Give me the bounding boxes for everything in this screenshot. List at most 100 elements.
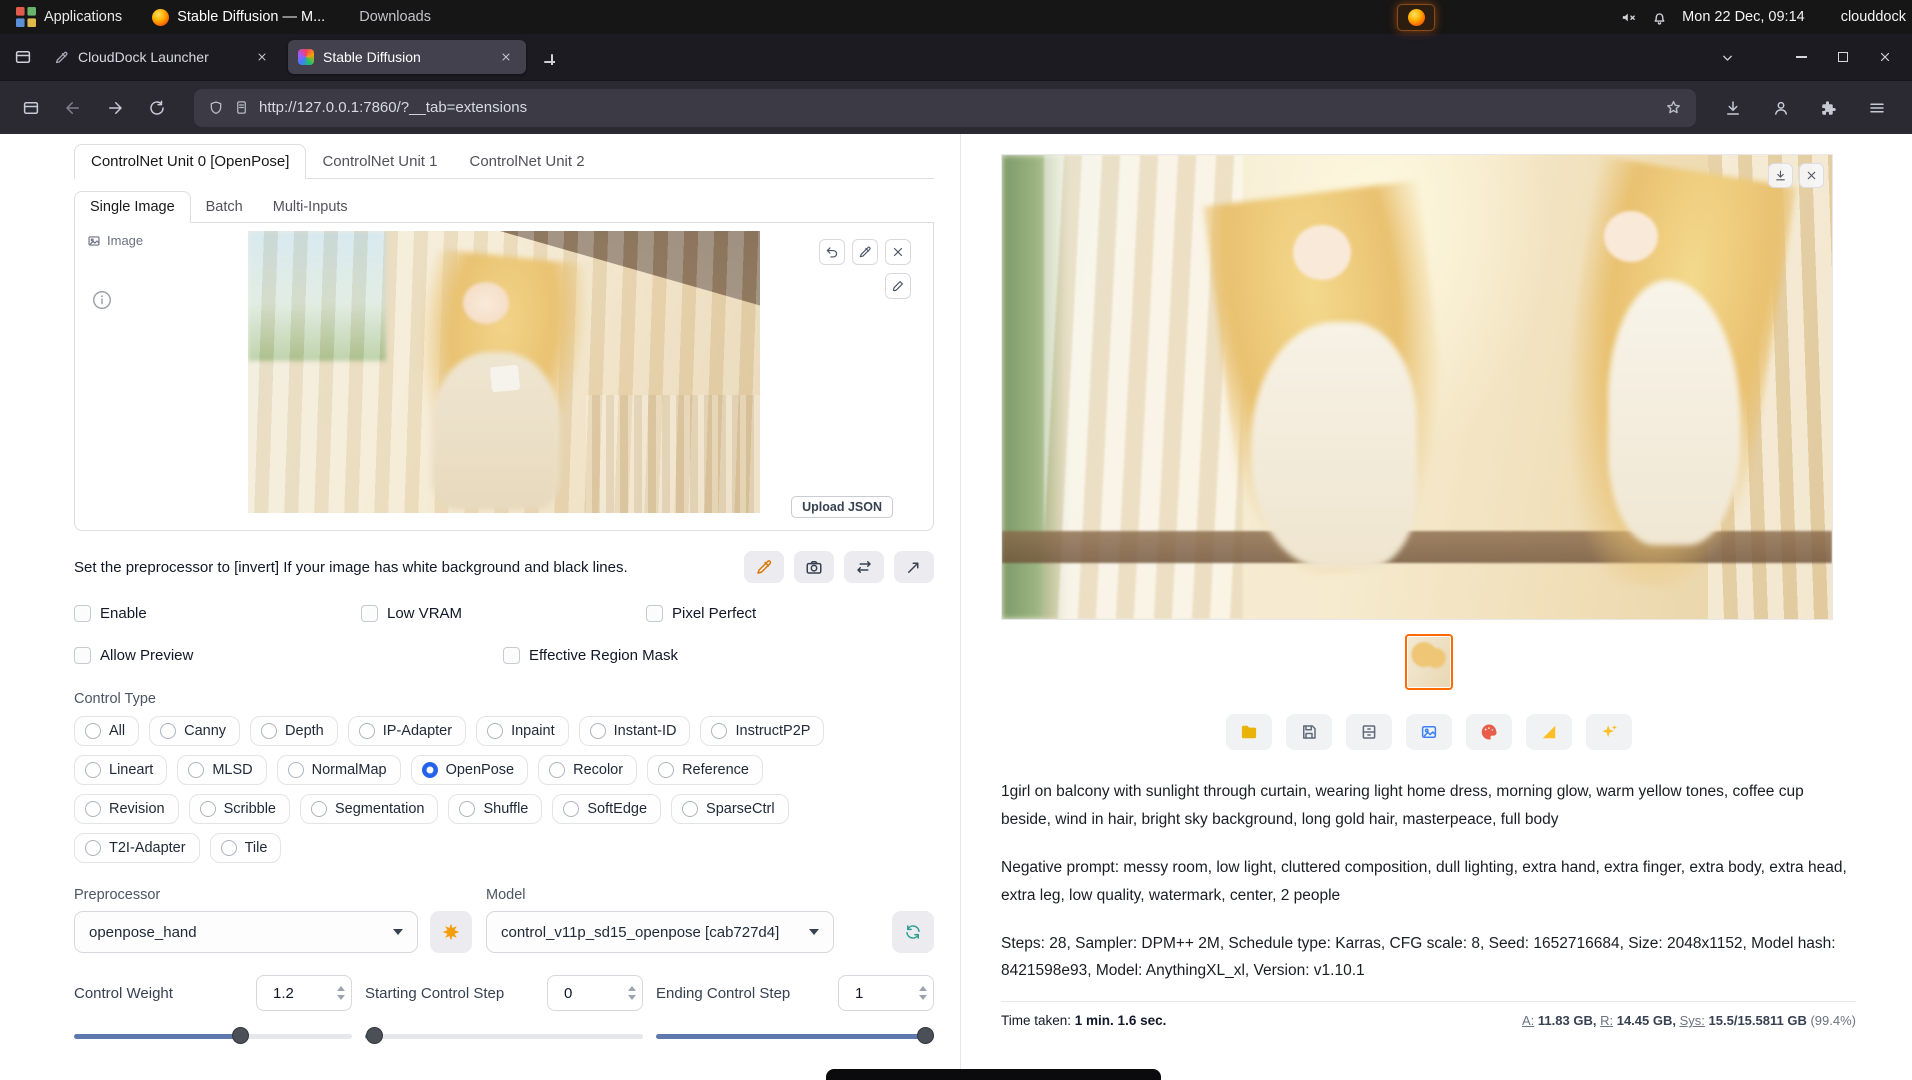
starting-step-value[interactable]	[548, 985, 610, 1002]
starting-step-slider[interactable]	[365, 1027, 643, 1045]
dock-firefox-button[interactable]	[1397, 4, 1435, 31]
send-dimensions-button[interactable]	[894, 551, 934, 583]
mirror-webcam-button[interactable]	[844, 551, 884, 583]
back-button[interactable]	[56, 91, 90, 125]
effective-region-mask-checkbox[interactable]: Effective Region Mask	[503, 647, 678, 664]
menu-button[interactable]	[1860, 91, 1894, 125]
output-gallery[interactable]	[1001, 154, 1833, 620]
control-weight-value[interactable]	[257, 985, 319, 1002]
applications-menu[interactable]: Applications	[8, 4, 130, 30]
generated-image[interactable]	[1002, 155, 1832, 619]
stepper-icons[interactable]	[628, 976, 636, 1010]
list-all-tabs-button[interactable]	[1712, 42, 1742, 72]
save-button[interactable]	[1286, 714, 1332, 750]
control-type-all[interactable]: All	[74, 716, 139, 746]
control-type-normalmap[interactable]: NormalMap	[277, 755, 401, 785]
close-preview-icon[interactable]	[1799, 163, 1824, 188]
downloads-button[interactable]	[1716, 91, 1750, 125]
control-type-depth[interactable]: Depth	[250, 716, 338, 746]
ending-step-input[interactable]	[838, 975, 934, 1011]
new-tab-button[interactable]	[532, 42, 562, 72]
bell-icon[interactable]	[1651, 9, 1668, 26]
control-type-canny[interactable]: Canny	[149, 716, 240, 746]
edit-icon[interactable]	[852, 239, 878, 265]
tab-clouddock-launcher[interactable]: CloudDock Launcher	[44, 40, 282, 74]
maximize-button[interactable]	[1830, 44, 1856, 70]
webcam-button[interactable]	[794, 551, 834, 583]
download-image-icon[interactable]	[1768, 163, 1793, 188]
low-vram-checkbox[interactable]: Low VRAM	[361, 605, 462, 622]
negative-prompt-text[interactable]: Negative prompt: messy room, low light, …	[1001, 854, 1856, 910]
brush-icon[interactable]	[885, 273, 911, 299]
run-preprocessor-button[interactable]	[430, 911, 472, 953]
allow-preview-checkbox[interactable]: Allow Preview	[74, 647, 193, 664]
generation-params-text[interactable]: Steps: 28, Sampler: DPM++ 2M, Schedule t…	[1001, 930, 1856, 986]
browser-window-icon[interactable]	[14, 91, 48, 125]
tab-controlnet-unit-2[interactable]: ControlNet Unit 2	[454, 145, 601, 178]
stepper-icons[interactable]	[919, 976, 927, 1010]
control-type-scribble[interactable]: Scribble	[189, 794, 290, 824]
page-info-icon[interactable]	[234, 100, 249, 115]
control-type-sparsectrl[interactable]: SparseCtrl	[671, 794, 789, 824]
tab-batch[interactable]: Batch	[191, 192, 258, 222]
slider-handle[interactable]	[232, 1027, 249, 1044]
url-text[interactable]: http://127.0.0.1:7860/?__tab=extensions	[259, 99, 1655, 116]
control-type-openpose[interactable]: OpenPose	[411, 755, 529, 785]
starting-step-input[interactable]	[547, 975, 643, 1011]
control-weight-input[interactable]	[256, 975, 352, 1011]
volume-muted-icon[interactable]	[1620, 9, 1637, 26]
control-type-tile[interactable]: Tile	[210, 833, 282, 863]
stepper-icons[interactable]	[337, 976, 345, 1010]
enable-checkbox[interactable]: Enable	[74, 605, 147, 622]
control-type-recolor[interactable]: Recolor	[538, 755, 637, 785]
save-zip-button[interactable]	[1346, 714, 1392, 750]
clock[interactable]: Mon 22 Dec, 09:14	[1682, 9, 1805, 25]
control-type-instructp2p[interactable]: InstructP2P	[700, 716, 824, 746]
control-type-mlsd[interactable]: MLSD	[177, 755, 266, 785]
send-to-inpaint-button[interactable]	[1466, 714, 1512, 750]
tab-controlnet-unit-0[interactable]: ControlNet Unit 0 [OpenPose]	[74, 144, 306, 179]
close-button[interactable]	[1872, 44, 1898, 70]
control-weight-slider[interactable]	[74, 1027, 352, 1045]
input-image-component[interactable]: Image	[74, 223, 934, 531]
undo-icon[interactable]	[819, 239, 845, 265]
control-type-shuffle[interactable]: Shuffle	[448, 794, 542, 824]
pixel-perfect-checkbox[interactable]: Pixel Perfect	[646, 605, 756, 622]
control-type-instant-id[interactable]: Instant-ID	[579, 716, 691, 746]
control-type-inpaint[interactable]: Inpaint	[476, 716, 569, 746]
extensions-button[interactable]	[1812, 91, 1846, 125]
thumbnail-selected[interactable]	[1405, 634, 1453, 690]
open-folder-button[interactable]	[1226, 714, 1272, 750]
new-canvas-button[interactable]	[744, 551, 784, 583]
send-to-extras-button[interactable]	[1586, 714, 1632, 750]
minimize-button[interactable]	[1788, 44, 1814, 70]
clear-image-icon[interactable]	[885, 239, 911, 265]
taskbar-window-firefox[interactable]: Stable Diffusion — M...	[140, 6, 337, 29]
account-button[interactable]	[1764, 91, 1798, 125]
ending-step-slider[interactable]	[656, 1027, 934, 1045]
reload-button[interactable]	[140, 91, 174, 125]
ending-step-value[interactable]	[839, 985, 901, 1002]
prompt-text[interactable]: 1girl on balcony with sunlight through c…	[1001, 778, 1856, 834]
model-dropdown[interactable]: control_v11p_sd15_openpose [cab727d4]	[486, 911, 834, 953]
url-bar[interactable]: http://127.0.0.1:7860/?__tab=extensions	[194, 89, 1696, 127]
tab-close-icon[interactable]	[252, 47, 272, 67]
tab-controlnet-unit-1[interactable]: ControlNet Unit 1	[306, 145, 453, 178]
send-to-img2img-button[interactable]	[1406, 714, 1452, 750]
forward-button[interactable]	[98, 91, 132, 125]
tab-multi-inputs[interactable]: Multi-Inputs	[258, 192, 363, 222]
shield-icon[interactable]	[208, 100, 224, 116]
slider-handle[interactable]	[366, 1027, 383, 1044]
control-type-ip-adapter[interactable]: IP-Adapter	[348, 716, 466, 746]
refresh-models-button[interactable]	[892, 911, 934, 953]
upload-json-button[interactable]: Upload JSON	[791, 496, 893, 518]
tab-close-icon[interactable]	[496, 47, 516, 67]
control-type-softedge[interactable]: SoftEdge	[552, 794, 661, 824]
control-type-revision[interactable]: Revision	[74, 794, 179, 824]
control-type-segmentation[interactable]: Segmentation	[300, 794, 438, 824]
control-type-lineart[interactable]: Lineart	[74, 755, 167, 785]
preprocessor-dropdown[interactable]: openpose_hand	[74, 911, 418, 953]
send-to-sketch-button[interactable]	[1526, 714, 1572, 750]
taskbar-window-downloads[interactable]: Downloads	[347, 6, 443, 28]
input-image[interactable]	[248, 231, 760, 513]
